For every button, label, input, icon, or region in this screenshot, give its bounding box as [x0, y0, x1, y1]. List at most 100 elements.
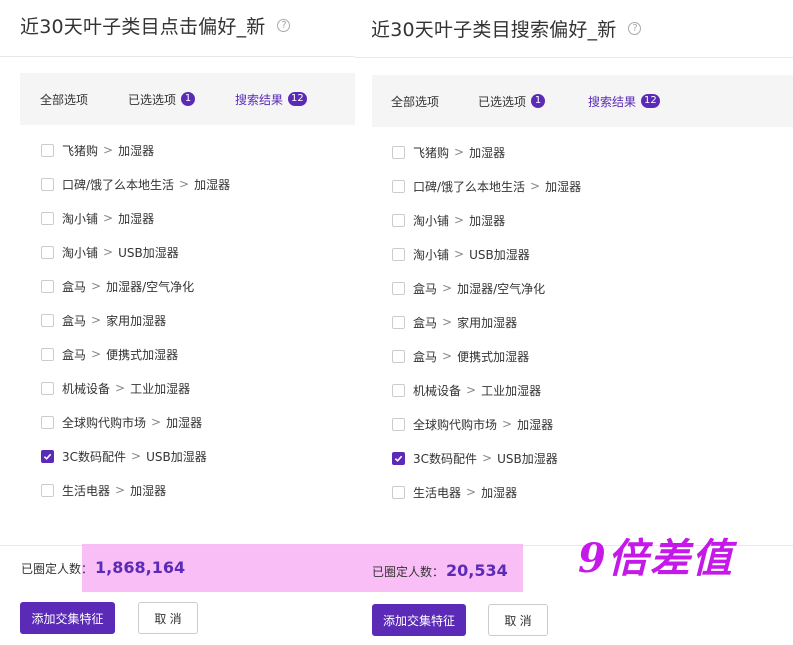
- list-item[interactable]: 生活电器 > 加湿器: [392, 475, 581, 509]
- parent-category: 盒马: [62, 347, 87, 362]
- checkbox[interactable]: [41, 279, 54, 293]
- checkbox[interactable]: [392, 247, 405, 261]
- checkbox-checked[interactable]: [41, 449, 54, 463]
- checkbox[interactable]: [41, 143, 54, 157]
- parent-category: 盒马: [413, 349, 438, 364]
- list-item[interactable]: 飞猪购 > 加湿器: [392, 135, 581, 169]
- checkbox[interactable]: [392, 213, 405, 227]
- separator: >: [115, 483, 126, 497]
- parent-category: 飞猪购: [413, 145, 450, 160]
- checkbox[interactable]: [392, 383, 405, 397]
- list-item[interactable]: 淘小铺 > USB加湿器: [392, 237, 581, 271]
- checkbox[interactable]: [392, 315, 405, 329]
- list-item[interactable]: 3C数码配件 > USB加湿器: [392, 441, 581, 475]
- tab-label: 搜索结果: [235, 92, 284, 107]
- tab-label: 全部选项: [391, 94, 440, 109]
- list-item[interactable]: 口碑/饿了么本地生活 > 加湿器: [392, 169, 581, 203]
- help-icon[interactable]: ?: [628, 22, 642, 35]
- separator: >: [454, 145, 465, 159]
- child-category: 加湿器: [166, 415, 203, 430]
- separator: >: [482, 451, 493, 465]
- tab-selected-options[interactable]: 已选选项 1: [478, 93, 546, 110]
- checkbox[interactable]: [392, 417, 405, 431]
- add-intersection-feature-button[interactable]: 添加交集特征: [20, 602, 115, 634]
- tab-selected-options[interactable]: 已选选项 1: [128, 91, 196, 108]
- child-category: 便携式加湿器: [457, 349, 530, 364]
- help-icon[interactable]: ?: [277, 19, 291, 32]
- checkbox[interactable]: [41, 381, 54, 395]
- list-item[interactable]: 口碑/饿了么本地生活 > 加湿器: [41, 167, 230, 201]
- checkbox[interactable]: [41, 313, 54, 327]
- parent-category: 盒马: [62, 279, 87, 294]
- checkbox-checked[interactable]: [392, 451, 405, 465]
- parent-category: 盒马: [413, 281, 438, 296]
- list-item[interactable]: 生活电器 > 加湿器: [41, 473, 230, 507]
- list-item[interactable]: 盒马 > 家用加湿器: [41, 303, 230, 337]
- child-category: 家用加湿器: [457, 315, 518, 330]
- results-count-badge: 12: [288, 92, 307, 106]
- tab-search-results[interactable]: 搜索结果 12: [588, 93, 660, 110]
- tab-all-options[interactable]: 全部选项: [40, 91, 88, 108]
- checkbox[interactable]: [41, 245, 54, 259]
- child-category: 工业加湿器: [130, 381, 191, 396]
- separator: >: [131, 449, 142, 463]
- child-category: USB加湿器: [497, 451, 558, 466]
- list-item[interactable]: 淘小铺 > 加湿器: [41, 201, 230, 235]
- list-item[interactable]: 全球购代购市场 > 加湿器: [392, 407, 581, 441]
- cancel-button[interactable]: 取 消: [488, 604, 548, 636]
- list-item[interactable]: 盒马 > 便携式加湿器: [392, 339, 581, 373]
- child-category: 加湿器: [469, 213, 506, 228]
- list-item[interactable]: 全球购代购市场 > 加湿器: [41, 405, 230, 439]
- list-item[interactable]: 淘小铺 > 加湿器: [392, 203, 581, 237]
- selected-count-badge: 1: [181, 92, 196, 106]
- parent-category: 口碑/饿了么本地生活: [413, 179, 526, 194]
- separator: >: [91, 313, 102, 327]
- checkbox[interactable]: [392, 485, 405, 499]
- cancel-button[interactable]: 取 消: [138, 602, 198, 634]
- child-category: 便携式加湿器: [106, 347, 179, 362]
- list-item[interactable]: 盒马 > 加湿器/空气净化: [392, 271, 581, 305]
- list-item[interactable]: 淘小铺 > USB加湿器: [41, 235, 230, 269]
- list-item[interactable]: 盒马 > 便携式加湿器: [41, 337, 230, 371]
- checkbox[interactable]: [41, 415, 54, 429]
- tab-all-options[interactable]: 全部选项: [391, 93, 439, 110]
- right-category-list: 飞猪购 > 加湿器 口碑/饿了么本地生活 > 加湿器 淘小铺 > 加湿器 淘小铺 > USB加湿器 盒马…: [392, 135, 581, 509]
- separator: >: [454, 247, 465, 261]
- add-intersection-feature-button[interactable]: 添加交集特征: [372, 604, 466, 636]
- checkbox[interactable]: [392, 349, 405, 363]
- list-item[interactable]: 机械设备 > 工业加湿器: [392, 373, 581, 407]
- right-title-row: 近30天叶子类目搜索偏好_新 ?: [371, 15, 642, 42]
- count-highlight-overlay: [82, 544, 523, 592]
- checkbox[interactable]: [41, 483, 54, 497]
- separator: >: [103, 245, 114, 259]
- left-category-list: 飞猪购 > 加湿器 口碑/饿了么本地生活 > 加湿器 淘小铺 > 加湿器 淘小铺 > USB加湿器 盒马…: [41, 133, 230, 507]
- separator: >: [442, 349, 453, 363]
- checkbox[interactable]: [41, 211, 54, 225]
- separator: >: [103, 211, 114, 225]
- checkbox[interactable]: [41, 347, 54, 361]
- parent-category: 全球购代购市场: [413, 417, 498, 432]
- check-icon: [43, 453, 52, 460]
- list-item[interactable]: 飞猪购 > 加湿器: [41, 133, 230, 167]
- separator: >: [91, 347, 102, 361]
- parent-category: 生活电器: [413, 485, 462, 500]
- list-item[interactable]: 机械设备 > 工业加湿器: [41, 371, 230, 405]
- checkbox[interactable]: [392, 179, 405, 193]
- checkbox[interactable]: [392, 281, 405, 295]
- tab-search-results[interactable]: 搜索结果 12: [235, 91, 307, 108]
- title-divider: [355, 57, 793, 58]
- parent-category: 3C数码配件: [62, 449, 127, 464]
- child-category: 加湿器: [481, 485, 518, 500]
- separator: >: [115, 381, 126, 395]
- list-item[interactable]: 盒马 > 加湿器/空气净化: [41, 269, 230, 303]
- list-item[interactable]: 盒马 > 家用加湿器: [392, 305, 581, 339]
- child-category: 加湿器: [517, 417, 554, 432]
- checkbox[interactable]: [392, 145, 405, 159]
- parent-category: 生活电器: [62, 483, 111, 498]
- parent-category: 口碑/饿了么本地生活: [62, 177, 175, 192]
- list-item[interactable]: 3C数码配件 > USB加湿器: [41, 439, 230, 473]
- left-title-row: 近30天叶子类目点击偏好_新 ?: [20, 12, 291, 39]
- child-category: 工业加湿器: [481, 383, 542, 398]
- checkbox[interactable]: [41, 177, 54, 191]
- separator: >: [151, 415, 162, 429]
